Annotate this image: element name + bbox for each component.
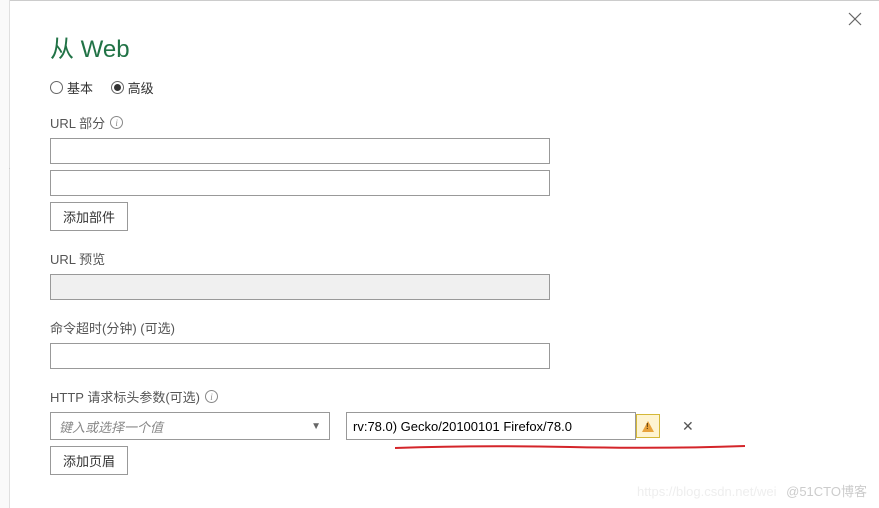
header-name-dropdown[interactable]: 键入或选择一个值 ▼	[50, 412, 330, 440]
mode-radio-group: 基本 高级	[50, 78, 839, 97]
watermark-text: @51CTO博客	[786, 484, 867, 499]
http-header-row: 键入或选择一个值 ▼ ✕	[50, 412, 839, 440]
remove-header-button[interactable]: ✕	[676, 418, 700, 435]
timeout-label: 命令超时(分钟) (可选)	[50, 318, 839, 337]
warning-badge[interactable]	[636, 414, 660, 438]
info-icon[interactable]: i	[205, 390, 218, 403]
annotation-underline	[395, 444, 745, 450]
radio-basic-indicator	[50, 81, 63, 94]
http-headers-label: HTTP 请求标头参数(可选) i	[50, 387, 839, 406]
from-web-dialog: 从 Web 基本 高级 URL 部分 i 添加部件 URL 预览 命令超时(分钟…	[10, 0, 879, 508]
close-icon	[848, 12, 862, 26]
radio-advanced-label: 高级	[128, 78, 154, 97]
url-parts-label: URL 部分 i	[50, 113, 839, 132]
spreadsheet-left-edge	[0, 0, 10, 508]
url-preview-label: URL 预览	[50, 249, 839, 268]
url-preview-section: URL 预览	[50, 249, 839, 300]
url-parts-section: URL 部分 i 添加部件	[50, 113, 839, 231]
radio-advanced-indicator	[111, 81, 124, 94]
close-button[interactable]	[845, 11, 865, 31]
chevron-down-icon: ▼	[311, 421, 321, 432]
header-name-placeholder: 键入或选择一个值	[59, 417, 163, 436]
info-icon[interactable]: i	[110, 116, 123, 129]
radio-advanced[interactable]: 高级	[111, 78, 154, 97]
watermark: https://blog.csdn.net/wei @51CTO博客	[637, 481, 867, 500]
http-headers-section: HTTP 请求标头参数(可选) i 键入或选择一个值 ▼ ✕ 添加页眉	[50, 387, 839, 475]
warning-icon	[642, 421, 654, 432]
add-header-button[interactable]: 添加页眉	[50, 446, 128, 475]
radio-basic-label: 基本	[67, 78, 93, 97]
url-part-input-2[interactable]	[50, 170, 550, 196]
timeout-section: 命令超时(分钟) (可选)	[50, 318, 839, 369]
timeout-input[interactable]	[50, 343, 550, 369]
add-url-part-button[interactable]: 添加部件	[50, 202, 128, 231]
dialog-title: 从 Web	[50, 29, 839, 64]
header-value-input[interactable]	[346, 412, 636, 440]
url-part-input-1[interactable]	[50, 138, 550, 164]
url-preview-field	[50, 274, 550, 300]
radio-basic[interactable]: 基本	[50, 78, 93, 97]
watermark-url: https://blog.csdn.net/wei	[637, 484, 776, 499]
